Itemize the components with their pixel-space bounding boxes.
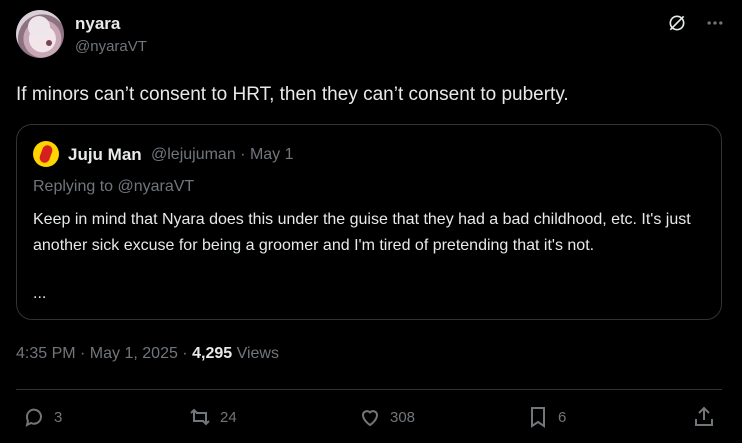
- tweet-text: If minors can’t consent to HRT, then the…: [16, 84, 569, 105]
- divider: [16, 389, 722, 390]
- views-label: Views: [236, 345, 279, 362]
- quote-replying-to: Replying to @nyaraVT: [33, 178, 195, 195]
- quote-author-handle-date: @lejujuman · May 1: [151, 146, 294, 163]
- quote-author-name[interactable]: Juju Man: [68, 145, 142, 165]
- quote-author-avatar[interactable]: [33, 141, 59, 167]
- retweet-count: 24: [220, 408, 237, 426]
- like-icon: [361, 410, 379, 427]
- author-handle[interactable]: @nyaraVT: [75, 38, 147, 55]
- bookmark-icon: [531, 407, 545, 428]
- views-count: 4,295: [192, 345, 233, 362]
- like-button[interactable]: 308: [358, 405, 415, 429]
- reply-count: 3: [54, 408, 63, 426]
- tweet-top-actions: [666, 12, 726, 34]
- more-icon[interactable]: [704, 12, 726, 34]
- quote-body: Keep in mind that Nyara does this under …: [33, 211, 691, 254]
- author-name[interactable]: nyara: [75, 14, 120, 34]
- grok-icon[interactable]: [666, 12, 688, 34]
- reply-button[interactable]: 3: [22, 405, 62, 429]
- bookmark-count: 6: [558, 408, 567, 426]
- author-avatar[interactable]: [16, 10, 64, 58]
- share-icon: [695, 406, 713, 426]
- quoted-tweet[interactable]: Juju Man @lejujuman · May 1 Replying to …: [16, 124, 722, 320]
- retweet-icon: [190, 408, 210, 426]
- tweet-actions: 3 24 308 6: [22, 405, 722, 431]
- like-count: 308: [390, 408, 416, 426]
- tweet-header: nyara @nyaraVT: [16, 10, 726, 62]
- tweet-timestamp: 4:35 PM · May 1, 2025 · 4,295 Views: [16, 345, 279, 363]
- timestamp-text[interactable]: 4:35 PM · May 1, 2025 ·: [16, 345, 188, 362]
- quote-ellipsis: ...: [33, 285, 47, 302]
- share-button[interactable]: [692, 405, 716, 429]
- reply-icon: [25, 408, 42, 427]
- retweet-button[interactable]: 24: [188, 405, 237, 429]
- bookmark-button[interactable]: 6: [526, 405, 566, 429]
